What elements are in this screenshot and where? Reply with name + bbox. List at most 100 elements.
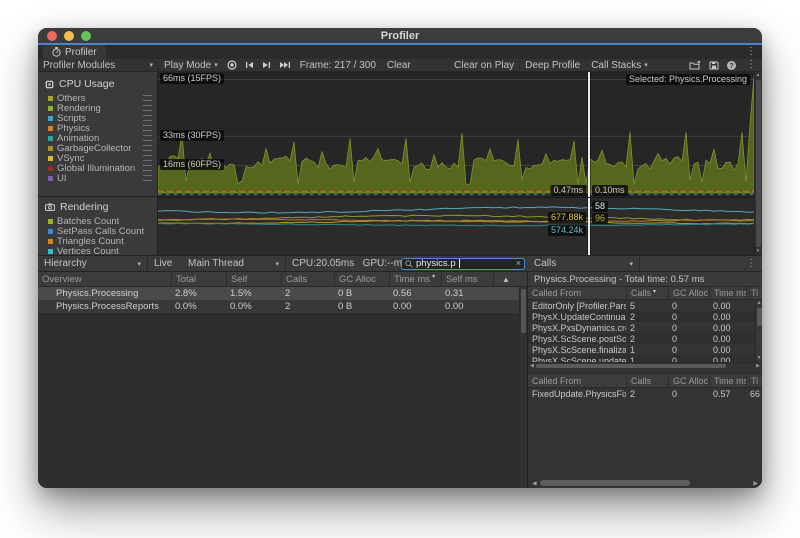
drag-handle-icon[interactable] (143, 105, 152, 111)
current-frame-button[interactable] (275, 59, 295, 71)
column-header-called-from[interactable]: Called From (528, 287, 626, 299)
details-view-dropdown[interactable]: Hierarchy ▾ (38, 256, 148, 271)
called-from-row[interactable]: PhysX.ScScene.updateCC100.00 (528, 355, 762, 362)
called-from-hscrollbar[interactable]: ◀ ▶ (528, 362, 762, 369)
called-from-row[interactable]: EditorOnly [Profiler.ParseT500.00 (528, 300, 762, 311)
column-header-time-ms[interactable]: Time ms (709, 287, 746, 299)
text-caret (459, 259, 460, 268)
scrollbar-thumb[interactable] (756, 80, 761, 247)
module-item-rendering[interactable]: Rendering (38, 103, 157, 113)
module-item-vsync[interactable]: VSync (38, 153, 157, 163)
scrollbar-thumb[interactable] (540, 480, 690, 486)
tab-profiler[interactable]: Profiler (43, 45, 106, 59)
scroll-right-icon[interactable]: ▶ (751, 480, 760, 487)
scroll-right-icon[interactable]: ▶ (754, 363, 762, 369)
scroll-left-icon[interactable]: ◀ (528, 363, 536, 369)
module-item-others[interactable]: Others (38, 93, 157, 103)
column-header-calls[interactable]: Calls (281, 272, 334, 286)
clear-button[interactable]: Clear (381, 59, 416, 71)
column-header-self-ms[interactable]: Self ms (441, 272, 493, 286)
scrollbar-thumb[interactable] (536, 364, 726, 368)
rendering-stats-chart[interactable]: 677.88k 574.24k 58 96 (158, 197, 754, 255)
column-header-gc-alloc[interactable]: GC Alloc (334, 272, 389, 286)
scroll-down-icon[interactable]: ▼ (757, 355, 762, 362)
column-header-gc-alloc[interactable]: GC Alloc (668, 287, 709, 299)
module-item-setpass-calls-count[interactable]: SetPass Calls Count (38, 226, 157, 236)
scroll-left-icon[interactable]: ◀ (530, 480, 539, 487)
module-item-scripts[interactable]: Scripts (38, 113, 157, 123)
column-header-ti[interactable]: Ti (746, 375, 762, 387)
hierarchy-row[interactable]: Physics.Processing2.8%1.5%20 B0.560.31 (38, 287, 527, 300)
play-mode-dropdown[interactable]: Play Mode ▾ (159, 59, 223, 71)
column-header-time-ms[interactable]: Time ms▾ (709, 375, 746, 387)
called-from-scrollbar[interactable]: ▲ ▼ (755, 300, 762, 362)
rendering-header[interactable]: Rendering (38, 197, 157, 216)
next-frame-button[interactable] (258, 59, 275, 71)
toolbar-menu-icon[interactable]: ⋮ (740, 60, 762, 70)
profiler-modules-dropdown[interactable]: Profiler Modules ▾ (38, 59, 159, 71)
module-item-global-illumination[interactable]: Global Illumination (38, 163, 157, 173)
column-header-time-ms[interactable]: Time ms▾ (389, 272, 441, 286)
scrollbar-thumb[interactable] (757, 308, 762, 326)
column-header-label: Called From (532, 376, 581, 386)
details-pane-dropdown[interactable]: Calls ▾ (528, 256, 640, 271)
column-header-warnings[interactable]: ▲ (493, 272, 527, 286)
module-item-garbagecollector[interactable]: GarbageCollector (38, 143, 157, 153)
module-item-vertices-count[interactable]: Vertices Count (38, 246, 157, 256)
column-header-calls[interactable]: Calls (626, 375, 668, 387)
thread-dropdown[interactable]: Main Thread ▾ (182, 256, 286, 271)
search-input[interactable]: physics.p × (401, 258, 525, 270)
called-from-row[interactable]: PhysX.ScScene.postSolve200.00 (528, 333, 762, 344)
module-item-triangles-count[interactable]: Triangles Count (38, 236, 157, 246)
hierarchy-row[interactable]: Physics.ProcessReports0.0%0.0%20 B0.000.… (38, 300, 527, 313)
module-item-animation[interactable]: Animation (38, 133, 157, 143)
load-profile-button[interactable] (685, 59, 705, 71)
column-header-total[interactable]: Total (171, 272, 226, 286)
called-from-row[interactable]: PhysX.ScScene.finalizatic100.00 (528, 344, 762, 355)
column-header-ti[interactable]: Ti (746, 287, 762, 299)
column-header-called-from[interactable]: Called From (528, 375, 626, 387)
column-header-self[interactable]: Self (226, 272, 281, 286)
deep-profile-toggle[interactable]: Deep Profile (519, 59, 585, 71)
called-from-row[interactable]: PhysX.UpdateContinuatio200.00 (528, 311, 762, 322)
live-toggle[interactable]: Live (148, 256, 182, 271)
hierarchy-table-scrollbar[interactable] (519, 287, 527, 488)
charts-scrollbar[interactable]: ▲ ▼ (754, 72, 761, 255)
record-button[interactable] (223, 59, 241, 71)
details-hscrollbar[interactable]: ◀ ▶ (530, 479, 760, 487)
drag-handle-icon[interactable] (143, 95, 152, 101)
drag-handle-icon[interactable] (143, 115, 152, 121)
help-button[interactable]: ? (723, 59, 740, 71)
scroll-up-icon[interactable]: ▲ (756, 72, 761, 79)
previous-frame-button[interactable] (241, 59, 258, 71)
selected-frame-line[interactable] (588, 198, 590, 255)
called-from-row[interactable]: FixedUpdate.PhysicsFixec200.5766 (528, 388, 762, 399)
drag-handle-icon[interactable] (143, 165, 152, 171)
clear-search-icon[interactable]: × (516, 259, 521, 268)
scroll-down-icon[interactable]: ▼ (756, 248, 761, 255)
column-header-overview[interactable]: Overview (38, 272, 171, 286)
clear-on-play-toggle[interactable]: Clear on Play (448, 59, 519, 71)
module-item-batches-count[interactable]: Batches Count (38, 216, 157, 226)
drag-handle-icon[interactable] (143, 145, 152, 151)
drag-handle-icon[interactable] (143, 135, 152, 141)
module-item-ui[interactable]: UI (38, 173, 157, 183)
call-stacks-dropdown[interactable]: Call Stacks ▾ (585, 59, 653, 71)
selected-frame-line[interactable] (588, 72, 590, 197)
save-profile-button[interactable] (705, 59, 723, 71)
module-item-physics[interactable]: Physics (38, 123, 157, 133)
drag-handle-icon[interactable] (143, 155, 152, 161)
drag-handle-icon[interactable] (143, 175, 152, 181)
row-cell: 0.00 (709, 345, 746, 355)
cpu-usage-header[interactable]: CPU Usage (38, 72, 157, 93)
tab-menu-icon[interactable]: ⋮ (740, 47, 762, 57)
scroll-up-icon[interactable]: ▲ (757, 300, 762, 307)
called-from-header: Called FromCalls▾GC AllocTime msTi (528, 287, 762, 300)
details-menu-icon[interactable]: ⋮ (740, 259, 762, 269)
called-from-row[interactable]: PhysX.PxsDynamics.creat200.00 (528, 322, 762, 333)
cpu-usage-chart[interactable]: 66ms (15FPS) 33ms (30FPS) 16ms (60FPS) S… (158, 72, 754, 197)
column-header-gc-alloc[interactable]: GC Alloc (668, 375, 709, 387)
drag-handle-icon[interactable] (143, 125, 152, 131)
column-header-calls[interactable]: Calls▾ (626, 287, 668, 299)
scrollbar-thumb[interactable] (521, 289, 526, 333)
